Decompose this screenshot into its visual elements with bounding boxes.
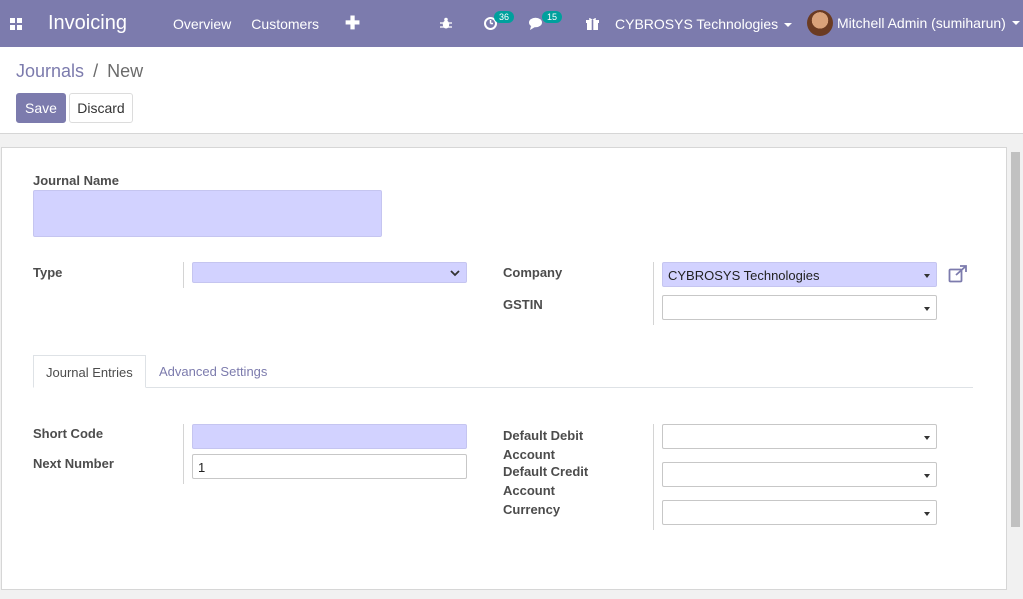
dropdown-caret-icon <box>924 306 930 311</box>
gstin-label: GSTIN <box>503 297 543 312</box>
next-number-value: 1 <box>198 460 206 475</box>
default-debit-account-label: Default Debit Account <box>503 428 584 462</box>
next-number-label: Next Number <box>33 456 114 471</box>
avatar <box>807 10 833 36</box>
save-button[interactable]: Save <box>16 93 66 123</box>
scrollbar-thumb[interactable] <box>1011 152 1020 527</box>
default-credit-account-field[interactable] <box>662 462 937 487</box>
app-title[interactable]: Invoicing <box>48 12 127 35</box>
breadcrumb: Journals / New <box>16 61 143 82</box>
messages-badge: 15 <box>542 11 563 23</box>
menu-customers[interactable]: Customers <box>251 16 319 32</box>
discard-button[interactable]: Discard <box>69 93 133 123</box>
company-label: Company <box>503 265 563 280</box>
tab-journal-entries[interactable]: Journal Entries <box>33 355 146 388</box>
divider <box>653 424 654 530</box>
menu-overview[interactable]: Overview <box>173 16 231 32</box>
company-field[interactable]: CYBROSYS Technologies <box>662 262 937 287</box>
breadcrumb-separator: / <box>93 61 99 81</box>
chevron-down-icon <box>784 23 793 28</box>
notebook-tabs: Journal Entries Advanced Settings <box>33 355 973 388</box>
apps-menu-icon[interactable] <box>0 0 32 47</box>
external-link-icon[interactable] <box>948 265 968 286</box>
short-code-input[interactable] <box>192 424 467 449</box>
default-debit-account-field[interactable] <box>662 424 937 449</box>
company-switcher[interactable]: CYBROSYS Technologies <box>615 16 793 32</box>
default-credit-account-label: Default Credit Account <box>503 464 589 498</box>
activity-clock-icon[interactable]: 36 <box>484 11 515 30</box>
scrollbar[interactable] <box>1009 147 1022 590</box>
messages-chat-icon[interactable]: 15 <box>529 11 563 30</box>
currency-field[interactable] <box>662 500 937 525</box>
company-value: CYBROSYS Technologies <box>668 268 820 283</box>
systray: 36 15 <box>440 0 619 47</box>
plus-icon[interactable]: ✚ <box>345 13 360 34</box>
dropdown-caret-icon <box>924 273 930 278</box>
tab-advanced-settings[interactable]: Advanced Settings <box>147 355 279 388</box>
divider <box>653 262 654 325</box>
top-navbar: Invoicing Overview Customers ✚ 36 15 CYB… <box>0 0 1023 47</box>
currency-label: Currency <box>503 502 561 517</box>
gstin-field[interactable] <box>662 295 937 320</box>
type-label: Type <box>33 265 63 280</box>
chevron-down-icon <box>1011 21 1020 25</box>
divider <box>183 262 184 288</box>
dropdown-caret-icon <box>924 435 930 440</box>
journal-name-label: Journal Name <box>33 173 119 188</box>
short-code-label: Short Code <box>33 426 104 441</box>
next-number-input[interactable]: 1 <box>192 454 467 479</box>
gift-icon[interactable] <box>586 17 599 30</box>
journal-name-input[interactable] <box>33 190 382 237</box>
company-switcher-label: CYBROSYS Technologies <box>615 16 779 32</box>
type-select[interactable] <box>192 262 467 283</box>
dropdown-caret-icon <box>924 511 930 516</box>
breadcrumb-current: New <box>107 61 144 81</box>
divider <box>183 424 184 484</box>
user-menu[interactable]: Mitchell Admin (sumiharun) <box>807 10 1020 36</box>
debug-bug-icon[interactable] <box>440 17 452 30</box>
breadcrumb-journals[interactable]: Journals <box>16 61 84 81</box>
dropdown-caret-icon <box>924 473 930 478</box>
activity-badge: 36 <box>494 11 515 23</box>
user-name: Mitchell Admin (sumiharun) <box>837 15 1006 31</box>
chevron-down-icon <box>450 270 460 277</box>
